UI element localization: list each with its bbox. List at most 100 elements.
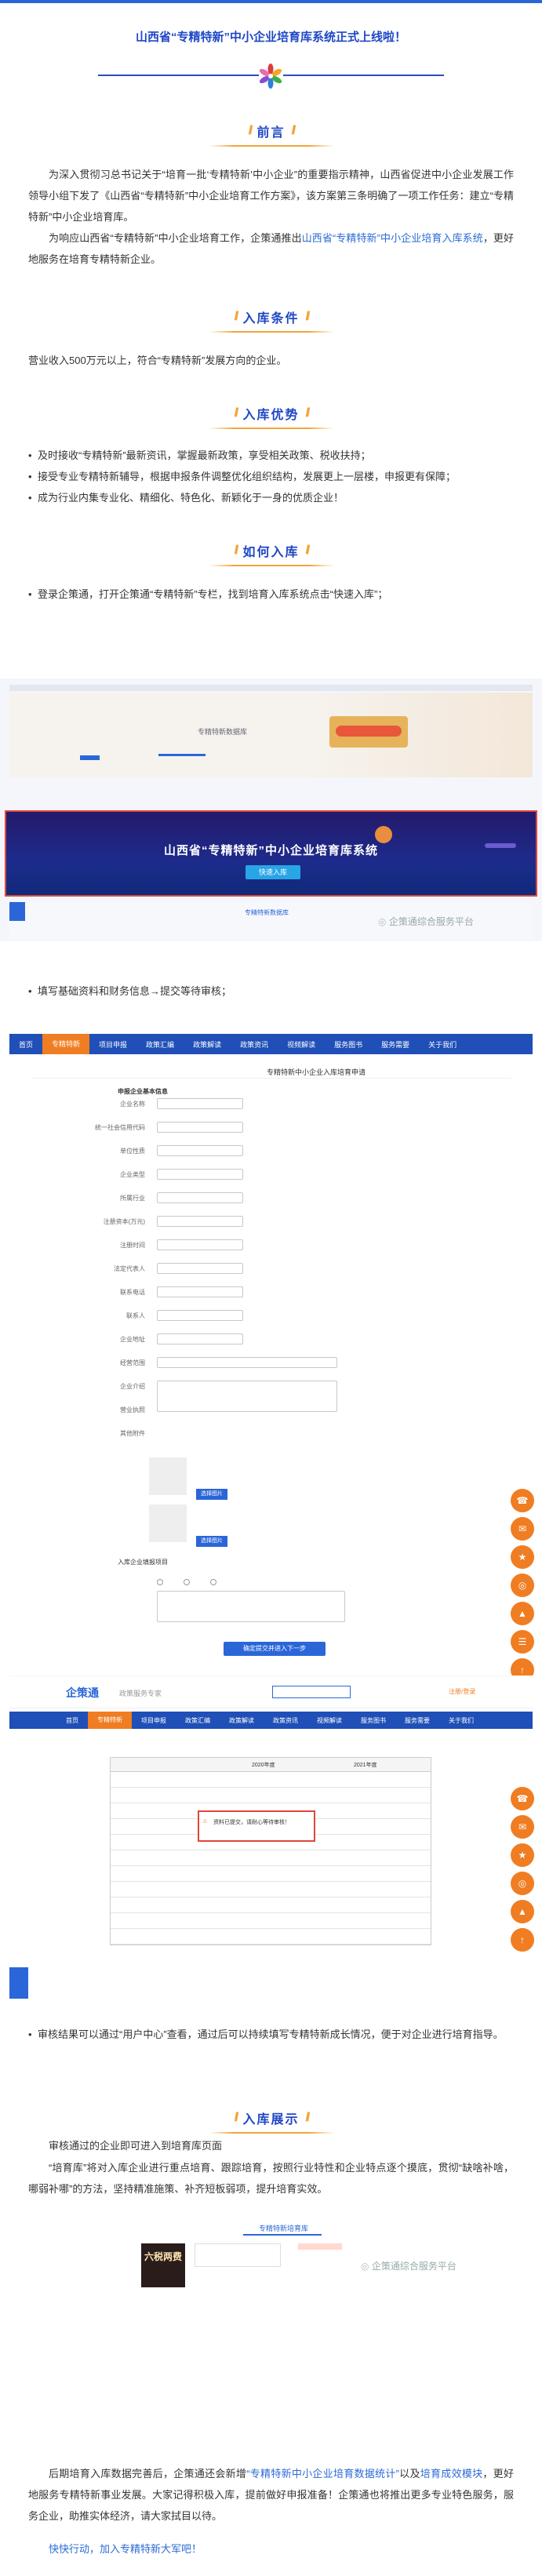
side-button[interactable]: ☰ — [511, 1630, 534, 1654]
project-textarea[interactable] — [157, 1591, 345, 1622]
nav-item[interactable]: 首页 — [9, 1039, 42, 1050]
banner: 山西省“专精特新”中小企业培育库系统 快速入库 — [5, 810, 537, 897]
data-stats-link[interactable]: “专精特新中小企业培育数据统计” — [246, 2468, 399, 2480]
nav-item[interactable]: 视频解读 — [278, 1039, 325, 1050]
nav-item[interactable]: 政策资讯 — [231, 1039, 278, 1050]
section-underline — [208, 2132, 334, 2134]
side-button[interactable]: ✉ — [511, 1815, 534, 1839]
form-label: 注册资本(万元) — [103, 1218, 145, 1225]
form-section-project: 入库企业填报项目 — [118, 1559, 168, 1566]
form-input[interactable] — [157, 1381, 337, 1412]
form-input[interactable] — [157, 1286, 243, 1297]
upload-button-2[interactable]: 选择图片 — [196, 1536, 227, 1547]
side-button[interactable]: ☎ — [511, 1489, 534, 1512]
system-link[interactable]: 山西省“专精特新”中小企业培育入库系统 — [302, 232, 483, 244]
showcase-tag — [298, 2243, 342, 2250]
screenshot-showcase: 专精特新培育库 六税两费 ◎ 企策通综合服务平台 — [0, 2212, 542, 2447]
section-how: //如何入库// — [0, 541, 542, 566]
form-label: 所属行业 — [120, 1195, 145, 1202]
watermark-text: 企策通综合服务平台 — [371, 2261, 457, 2272]
list-item: 成为行业内集专业化、精细化、特色化、新颖化于一身的优质企业！ — [28, 487, 514, 508]
nav-item[interactable]: 服务需要 — [372, 1039, 419, 1050]
nav-item[interactable]: 政策解读 — [220, 1716, 264, 1725]
login-link[interactable]: 注册/登录 — [449, 1687, 475, 1696]
form-input[interactable] — [157, 1357, 337, 1368]
upload-button[interactable]: 选择图片 — [196, 1489, 227, 1500]
side-button[interactable]: ☎ — [511, 1787, 534, 1810]
radio-row[interactable] — [157, 1575, 345, 1585]
financial-table: 2020年度 2021年度 — [110, 1757, 431, 1945]
table-row — [111, 1882, 431, 1897]
flower-icon — [259, 64, 282, 89]
lower-strip: 专精特新数据库 ◎ 企策通综合服务平台 — [9, 902, 533, 940]
side-button[interactable]: ▲ — [511, 1602, 534, 1625]
call-to-action: 快快行动，加入专精特新大军吧！ — [49, 2543, 202, 2555]
section-underline — [208, 565, 334, 566]
form-title: 专精特新中小企业入库培育申请 — [267, 1068, 366, 1076]
form-input[interactable] — [157, 1239, 243, 1250]
submit-next-button[interactable]: 确定提交并进入下一步 — [224, 1642, 326, 1656]
nav-item[interactable]: 政策汇编 — [176, 1716, 220, 1725]
table-row — [111, 1913, 431, 1929]
showcase-paragraph-1: 审核通过的企业即可进入到培育库页面 — [49, 2140, 223, 2152]
section-underline — [208, 331, 334, 333]
side-button[interactable]: ✉ — [511, 1517, 534, 1541]
nav-item[interactable]: 项目申报 — [89, 1039, 136, 1050]
form-input[interactable] — [157, 1310, 243, 1321]
form-input[interactable] — [157, 1192, 243, 1203]
form-input[interactable] — [157, 1122, 243, 1133]
nav-item[interactable]: 服务图书 — [351, 1716, 395, 1725]
form-label: 企业介绍 — [120, 1383, 145, 1390]
showcase-card[interactable]: 六税两费 — [141, 2243, 185, 2287]
form-label: 注册时间 — [120, 1242, 145, 1249]
form-input[interactable] — [157, 1169, 243, 1180]
nav-item-active[interactable]: 专精特新 — [42, 1034, 90, 1054]
form-input[interactable] — [157, 1145, 243, 1156]
nav-item[interactable]: 政策资讯 — [264, 1716, 307, 1725]
form-input[interactable] — [157, 1216, 243, 1227]
nav-item[interactable]: 政策解读 — [184, 1039, 231, 1050]
nav-item[interactable]: 关于我们 — [419, 1039, 466, 1050]
table-row — [111, 1866, 431, 1882]
search-input[interactable] — [272, 1686, 351, 1698]
section-conditions: //入库条件// — [0, 307, 542, 333]
table-row — [111, 1929, 431, 1945]
section-underline — [208, 145, 334, 147]
list-item: 审核结果可以通过“用户中心”查看，通过后可以持续填写专精特新成长情况，便于对企业… — [28, 2024, 514, 2045]
form-input[interactable] — [157, 1333, 243, 1344]
showcase-paragraph-2: “培育库”将对入库企业进行重点培育、跟踪培育，按照行业特性和企业特点逐个摸底，贯… — [28, 2162, 514, 2195]
nav-item-active[interactable]: 专精特新 — [88, 1712, 132, 1729]
form-input[interactable] — [157, 1263, 243, 1274]
side-button[interactable]: ★ — [511, 1545, 534, 1569]
side-button[interactable]: ◎ — [511, 1574, 534, 1597]
nav-item[interactable]: 政策汇编 — [136, 1039, 184, 1050]
form-input[interactable] — [157, 1098, 243, 1109]
nav-item[interactable]: 项目申报 — [132, 1716, 176, 1725]
side-button[interactable]: ◎ — [511, 1872, 534, 1895]
how-step-1: 登录企策通，打开企策通“专精特新”专栏，找到培育入库系统点击“快速入库”； — [0, 584, 542, 605]
watermark: ◎ 企策通综合服务平台 — [378, 916, 474, 927]
side-button[interactable]: ▲ — [511, 1900, 534, 1923]
side-button[interactable]: ★ — [511, 1843, 534, 1867]
form-row: 注册时间 — [0, 1241, 145, 1255]
tag-line — [158, 754, 206, 756]
planet-icon — [375, 826, 392, 843]
form-row: 企业介绍 — [0, 1382, 145, 1396]
quick-enroll-button[interactable]: 快速入库 — [246, 865, 300, 879]
tag-bar — [80, 755, 100, 760]
effect-module-link[interactable]: 培育成效模块 — [420, 2468, 483, 2480]
promo-button[interactable] — [336, 726, 402, 737]
section-title-advantages: 入库优势 — [242, 409, 300, 422]
form-label: 企业地址 — [120, 1336, 145, 1343]
preface-paragraph-2: 为响应山西省“专精特新”中小企业培育工作，企策通推出山西省“专精特新”中小企业培… — [0, 227, 542, 270]
nav-item[interactable]: 服务需要 — [395, 1716, 439, 1725]
nav-item[interactable]: 首页 — [56, 1716, 88, 1725]
table-row — [111, 1772, 431, 1788]
floating-side-buttons: ☎ ✉ ★ ◎ ▲ ☰ ↑ — [511, 1489, 537, 1686]
nav-item[interactable]: 服务图书 — [325, 1039, 372, 1050]
attachment-thumb — [149, 1504, 187, 1542]
side-button[interactable]: ↑ — [511, 1928, 534, 1952]
nav-item[interactable]: 视频解读 — [307, 1716, 351, 1725]
nav-item[interactable]: 关于我们 — [439, 1716, 483, 1725]
license-thumb — [149, 1457, 187, 1495]
